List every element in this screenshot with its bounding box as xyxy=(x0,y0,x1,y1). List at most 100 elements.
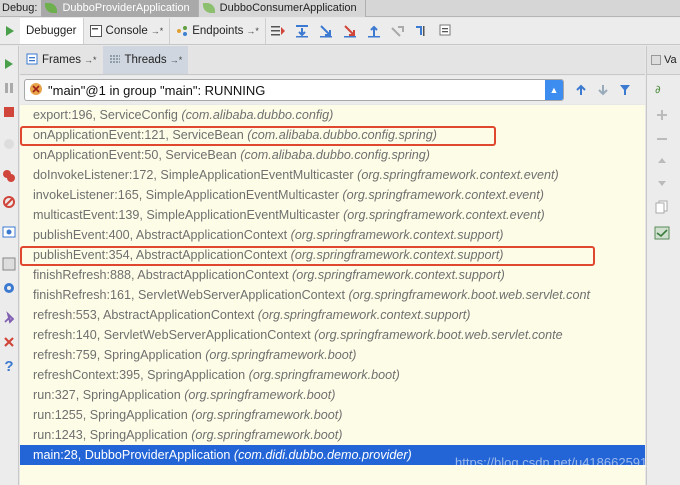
move-down-icon[interactable] xyxy=(653,174,671,192)
frame-method: refreshContext:395, SpringApplication xyxy=(33,368,246,382)
stack-frame-row[interactable]: invokeListener:165, SimpleApplicationEve… xyxy=(20,185,645,205)
frame-package: (org.springframework.context.event) xyxy=(357,168,559,182)
evaluate-icon[interactable]: ∂ xyxy=(653,80,671,98)
pin-icon[interactable]: →* xyxy=(84,55,97,65)
pin-tab-icon[interactable] xyxy=(1,310,17,326)
run-tab-provider[interactable]: DubboProviderApplication xyxy=(41,0,199,17)
variables-header[interactable]: Va xyxy=(647,46,680,75)
evaluate-expression-icon[interactable] xyxy=(434,19,458,43)
rerun-icon[interactable] xyxy=(0,19,20,43)
disconnect-icon[interactable] xyxy=(1,136,17,152)
svg-text:∂: ∂ xyxy=(655,83,661,96)
tab-console[interactable]: Console →* xyxy=(84,18,171,44)
frame-method: export:196, ServiceConfig xyxy=(33,108,178,122)
dropdown-arrow-icon[interactable]: ▲ xyxy=(545,80,563,100)
tab-threads-label: Threads xyxy=(124,54,167,66)
frame-method: publishEvent:400, AbstractApplicationCon… xyxy=(33,228,288,242)
tab-endpoints-label: Endpoints xyxy=(192,25,244,37)
drop-frame-icon[interactable] xyxy=(386,19,410,43)
stack-frame-row[interactable]: finishRefresh:161, ServletWebServerAppli… xyxy=(20,285,645,305)
run-tab-label: DubboConsumerApplication xyxy=(219,2,357,14)
tab-threads[interactable]: Threads →* xyxy=(102,46,189,74)
remove-watch-icon[interactable] xyxy=(653,130,671,148)
pause-icon[interactable] xyxy=(1,80,17,96)
stack-frame-row[interactable]: refresh:759, SpringApplication (org.spri… xyxy=(20,345,645,365)
stack-frame-row[interactable]: run:327, SpringApplication (org.springfr… xyxy=(20,385,645,405)
watermark: https://blog.csdn.net/u418662591 xyxy=(455,455,648,470)
frame-method: finishRefresh:888, AbstractApplicationCo… xyxy=(33,268,289,282)
run-to-cursor-icon[interactable] xyxy=(410,19,434,43)
variables-panel: Va ∂ xyxy=(646,46,680,485)
restore-layout-icon[interactable] xyxy=(1,256,17,272)
get-thread-dump-icon[interactable] xyxy=(1,224,17,240)
stack-frame-row[interactable]: finishRefresh:888, AbstractApplicationCo… xyxy=(20,265,645,285)
stack-frame-row[interactable]: run:1255, SpringApplication (org.springf… xyxy=(20,405,645,425)
variables-icon xyxy=(651,55,661,65)
frame-package: (org.springframework.boot) xyxy=(205,348,357,362)
frame-package: (org.springframework.context.support) xyxy=(290,228,504,242)
force-step-into-icon[interactable] xyxy=(338,19,362,43)
spring-boot-icon xyxy=(202,3,215,13)
thread-selector[interactable]: "main"@1 in group "main": RUNNING ▲ xyxy=(24,79,564,101)
move-up-icon[interactable] xyxy=(653,152,671,170)
frame-package: (com.alibaba.dubbo.config) xyxy=(181,108,334,122)
show-execution-point-icon[interactable] xyxy=(266,19,290,43)
thread-suspended-icon xyxy=(29,82,43,99)
stack-frame-row[interactable]: export:196, ServiceConfig (com.alibaba.d… xyxy=(20,105,645,125)
frame-package: (org.springframework.context.event) xyxy=(343,208,545,222)
stack-frame-row[interactable]: onApplicationEvent:50, ServiceBean (com.… xyxy=(20,145,645,165)
view-breakpoints-icon[interactable] xyxy=(1,168,17,184)
frames-threads-header: Frames →* Threads →* xyxy=(20,46,645,75)
stack-frame-row[interactable]: refresh:553, AbstractApplicationContext … xyxy=(20,305,645,325)
step-over-icon[interactable] xyxy=(290,19,314,43)
resume-icon[interactable] xyxy=(1,56,17,72)
frame-method: main:28, DubboProviderApplication xyxy=(33,448,231,462)
thread-selector-value: "main"@1 in group "main": RUNNING xyxy=(48,82,266,98)
debug-left-toolbar: ? xyxy=(0,46,19,485)
spring-boot-icon xyxy=(45,3,58,13)
previous-frame-icon[interactable] xyxy=(570,79,592,101)
frame-method: run:1243, SpringApplication xyxy=(33,428,188,442)
frames-list[interactable]: export:196, ServiceConfig (com.alibaba.d… xyxy=(20,105,645,485)
tab-frames[interactable]: Frames →* xyxy=(20,46,103,74)
stack-frame-row[interactable]: refresh:140, ServletWebServerApplication… xyxy=(20,325,645,345)
stack-frame-row[interactable]: multicastEvent:139, SimpleApplicationEve… xyxy=(20,205,645,225)
variables-header-label: Va xyxy=(664,54,677,66)
frame-method: refresh:140, ServletWebServerApplication… xyxy=(33,328,311,342)
tab-endpoints[interactable]: Endpoints →* xyxy=(170,18,266,44)
frame-method: refresh:759, SpringApplication xyxy=(33,348,202,362)
tab-debugger[interactable]: Debugger xyxy=(20,18,84,44)
frame-package: (com.didi.dubbo.demo.provider) xyxy=(233,448,412,462)
step-into-icon[interactable] xyxy=(314,19,338,43)
duplicate-watch-icon[interactable] xyxy=(653,198,671,216)
settings-icon[interactable] xyxy=(1,280,17,296)
mute-breakpoints-icon[interactable] xyxy=(1,194,17,210)
frame-package: (org.springframework.boot) xyxy=(184,388,336,402)
next-frame-icon[interactable] xyxy=(592,79,614,101)
new-watch-icon[interactable] xyxy=(653,106,671,124)
run-tab-consumer[interactable]: DubboConsumerApplication xyxy=(198,0,366,17)
show-watches-icon[interactable] xyxy=(653,224,671,242)
frame-method: run:1255, SpringApplication xyxy=(33,408,188,422)
stack-frame-row[interactable]: refreshContext:395, SpringApplication (o… xyxy=(20,365,645,385)
pin-icon[interactable]: →* xyxy=(246,26,259,36)
console-icon xyxy=(89,25,102,37)
frame-method: invokeListener:165, SimpleApplicationEve… xyxy=(33,188,339,202)
pin-icon[interactable]: →* xyxy=(170,55,183,65)
stack-frame-row[interactable]: doInvokeListener:172, SimpleApplicationE… xyxy=(20,165,645,185)
frame-package: (org.springframework.boot) xyxy=(191,428,343,442)
stack-frame-row[interactable]: run:1243, SpringApplication (org.springf… xyxy=(20,425,645,445)
tab-frames-label: Frames xyxy=(42,54,81,66)
stack-frame-row[interactable]: publishEvent:400, AbstractApplicationCon… xyxy=(20,225,645,245)
help-icon[interactable]: ? xyxy=(1,358,17,375)
pin-icon[interactable]: →* xyxy=(151,26,164,36)
frame-package: (org.springframework.boot) xyxy=(248,368,400,382)
filter-icon[interactable] xyxy=(614,79,636,101)
close-icon[interactable] xyxy=(1,334,17,350)
endpoints-icon xyxy=(176,25,188,37)
stop-icon[interactable] xyxy=(1,104,17,120)
debugger-toolbar: Debugger Console →* Endpoints →* xyxy=(0,18,680,45)
step-out-icon[interactable] xyxy=(362,19,386,43)
thread-selector-row: "main"@1 in group "main": RUNNING ▲ xyxy=(20,76,645,104)
frame-package: (org.springframework.boot) xyxy=(191,408,343,422)
